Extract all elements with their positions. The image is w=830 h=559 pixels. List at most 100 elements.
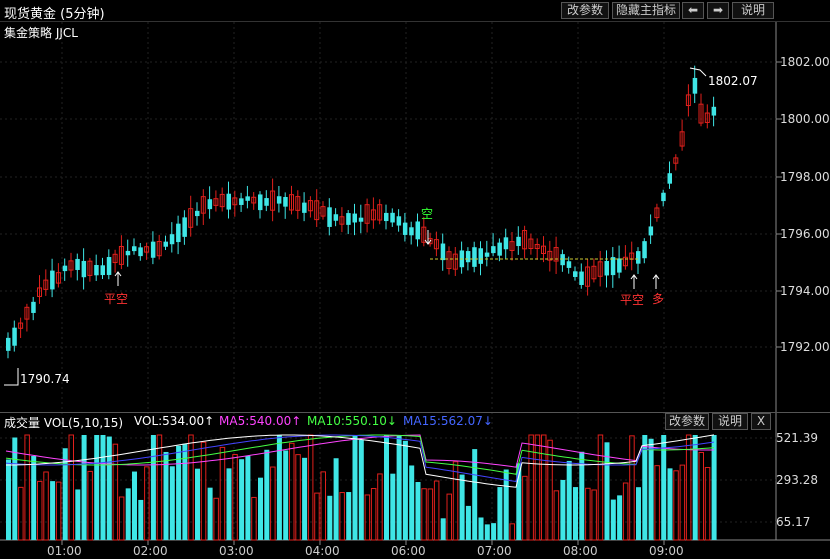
volume-bar-down: [106, 436, 112, 540]
candle-body-down: [75, 258, 80, 270]
volume-bar-up: [452, 461, 459, 541]
volume-bar-up: [213, 497, 219, 541]
volume-bar-down: [81, 435, 87, 540]
candle-body-down: [31, 301, 36, 313]
candle-body-down: [195, 210, 200, 217]
signal-short: 空: [421, 207, 434, 221]
volume-bar-down: [648, 438, 654, 540]
volume-bar-up: [685, 434, 692, 541]
candlestick-chart: [0, 22, 830, 545]
volume-bar-up: [320, 471, 326, 541]
volume-change-params-button[interactable]: 改参数: [665, 413, 709, 430]
volume-indicator-name: 成交量 VOL(5,10,15): [4, 416, 124, 430]
volume-bar-down: [573, 487, 578, 540]
candle-body-down: [276, 196, 282, 204]
candle-body-down: [642, 241, 647, 259]
price-tick: 1796.00: [780, 227, 830, 241]
candle-body-down: [125, 250, 131, 256]
volume-bar-down: [169, 466, 175, 540]
volume-bar-down: [617, 495, 623, 540]
volume-bar-up: [433, 480, 440, 541]
volume-bar-up: [377, 473, 383, 541]
volume-bar-down: [478, 517, 484, 540]
volume-bar-down: [484, 524, 490, 540]
price-tick: 1792.00: [780, 340, 830, 354]
volume-close-button[interactable]: X: [751, 413, 771, 430]
volume-bar-down: [560, 479, 566, 540]
volume-bar-down: [465, 505, 471, 540]
volume-bar-up: [18, 486, 24, 541]
volume-bar-up: [37, 480, 43, 541]
signal-close-short: 平空: [104, 292, 129, 306]
candle-body-down: [396, 216, 402, 226]
price-tick: 1798.00: [780, 170, 830, 184]
volume-bar-down: [390, 473, 396, 540]
candle-body-down: [333, 214, 339, 221]
candle-body-down: [100, 265, 105, 276]
volume-bar-down: [692, 435, 698, 540]
high-price-label: 1802.07: [708, 74, 758, 88]
low-pointer: [4, 368, 19, 386]
volume-bar-up: [509, 523, 515, 541]
volume-bar-up: [118, 496, 125, 541]
volume-value: VOL:534.00↑: [134, 414, 215, 428]
volume-bar-down: [132, 471, 137, 540]
candle-body-down: [384, 212, 389, 222]
candle-body-down: [440, 243, 446, 261]
volume-bar-up: [24, 434, 30, 541]
candle-body-down: [648, 226, 654, 236]
volume-bar-down: [226, 468, 232, 540]
candle-body-down: [358, 217, 364, 222]
low-price-label: 1790.74: [20, 372, 70, 386]
volume-bar-down: [661, 435, 667, 540]
candle-body-down: [610, 257, 616, 276]
volume-help-button[interactable]: 说明: [712, 413, 748, 430]
volume-bar-up: [156, 434, 163, 541]
volume-bar-up: [698, 451, 704, 541]
volume-bar-up: [270, 466, 276, 541]
volume-bar-up: [295, 454, 301, 541]
time-tick: 04:00: [305, 544, 340, 558]
volume-bar-down: [150, 435, 156, 540]
volume-bar-up: [251, 496, 257, 541]
ma15-value: MA15:562.07↓: [403, 414, 493, 428]
candle-body-down: [711, 106, 717, 116]
candle-body-down: [346, 213, 351, 225]
volume-bar-up: [307, 434, 314, 541]
candle-body-down: [503, 237, 509, 250]
candle-body-down: [478, 248, 483, 264]
candle-body-down: [138, 247, 143, 257]
candle-body-down: [415, 221, 420, 240]
volume-bar-up: [68, 434, 74, 541]
candle-body-down: [176, 223, 181, 243]
high-pointer: [689, 67, 707, 77]
candle-body-down: [566, 261, 572, 268]
volume-bar-down: [491, 523, 497, 540]
volume-bar-down: [94, 435, 100, 540]
candle-body-down: [402, 222, 408, 235]
ma10-value: MA10:550.10↓: [307, 414, 397, 428]
candle-body-down: [94, 265, 99, 276]
candle-body-down: [283, 197, 288, 207]
time-tick: 02:00: [133, 544, 168, 558]
candle-body-down: [50, 270, 55, 290]
volume-bar-up: [421, 488, 427, 541]
volume-bar-up: [200, 441, 207, 541]
volume-bar-down: [497, 487, 503, 540]
volume-bar-down: [138, 499, 144, 540]
volume-bar-up: [553, 490, 560, 541]
volume-bar-down: [566, 460, 572, 540]
volume-bar-down: [440, 518, 446, 540]
time-tick: 01:00: [47, 544, 82, 558]
volume-bar-down: [667, 468, 673, 540]
signal-long: 多: [652, 292, 665, 306]
volume-bar-up: [43, 471, 49, 541]
candle-body-down: [667, 173, 672, 184]
candle-body-down: [390, 212, 395, 223]
price-tick: 1800.00: [780, 112, 830, 126]
candle-body-down: [62, 265, 68, 272]
volume-bar-down: [50, 481, 56, 540]
candle-body-down: [163, 241, 168, 247]
volume-bar-down: [459, 474, 465, 540]
volume-bar-down: [636, 487, 641, 540]
